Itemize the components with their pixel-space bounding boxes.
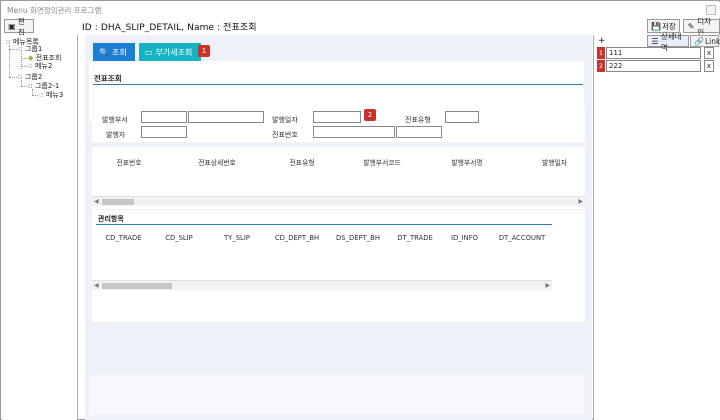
badge-1: 1 xyxy=(198,45,210,57)
remove-row-button[interactable]: x xyxy=(704,60,714,72)
save-icon: 💾 xyxy=(651,22,661,31)
issue-dept-code-input[interactable] xyxy=(141,111,187,123)
grid-header[interactable]: DS_DEPT_BH xyxy=(328,234,388,242)
scroll-thumb[interactable] xyxy=(102,283,172,289)
issue-date-label: 발행일자 xyxy=(272,116,298,124)
detail-value-input[interactable]: 222 xyxy=(606,60,701,72)
search-button-label: 조회 xyxy=(111,47,127,57)
link-tab-label: Link xyxy=(705,37,720,46)
window-title: Menu 화면정의관리 프로그램 xyxy=(7,6,102,15)
issue-date-input[interactable] xyxy=(313,111,361,123)
tree-item-label: 그룹1 xyxy=(24,45,43,53)
slip-type-input[interactable] xyxy=(445,111,479,123)
issue-dept-name-input[interactable] xyxy=(188,111,264,123)
grid-header[interactable]: CD_SLIP xyxy=(154,234,204,242)
grid-header[interactable]: 발행부서명 xyxy=(437,157,497,167)
list-icon: ☰ xyxy=(651,37,659,46)
manage-items-panel: 관리항목 CD_TRADE CD_SLIP TY_SLIP CD_DEPT_BH… xyxy=(92,210,585,322)
grid1-horizontal-scrollbar[interactable]: ◀ ▶ xyxy=(92,196,585,206)
scroll-right-icon[interactable]: ▶ xyxy=(578,198,583,205)
slip-no-to-input[interactable] xyxy=(396,126,442,138)
grid-header[interactable]: CD_TRADE xyxy=(96,234,151,242)
top-toolbar: ▣ 편집 ID : DHA_SLIP_DETAIL, Name : 전표조회 💾… xyxy=(2,17,720,37)
section-title: 전표조회 xyxy=(94,74,122,83)
detail-tab[interactable]: ☰ 상세내역 xyxy=(647,32,689,52)
vat-search-button-label: 부가세조회 xyxy=(155,47,193,57)
grid-header[interactable]: 전표유형 xyxy=(272,157,332,167)
row-number-badge: 1 xyxy=(597,47,605,59)
scroll-left-icon[interactable]: ◀ xyxy=(94,282,99,289)
bottom-panel xyxy=(89,375,584,415)
vat-search-button[interactable]: ▭ 부가세조회 xyxy=(139,43,201,61)
page-icon: ▫ xyxy=(28,62,33,70)
slip-type-label: 전표유형 xyxy=(405,116,431,124)
link-tab[interactable]: 🔗 Link xyxy=(690,35,720,47)
tree-item-label: 그룹2-1 xyxy=(34,82,60,90)
tree-item-label: 그룹2 xyxy=(24,73,43,81)
grid-header[interactable]: TY_SLIP xyxy=(212,234,262,242)
main-content: 🔍 조회 ▭ 부가세조회 1 전표조회 발행부서 발행일자 2 전표유형 발행자… xyxy=(85,35,592,420)
manage-underline xyxy=(96,224,552,225)
grid2-horizontal-scrollbar[interactable]: ◀ ▶ xyxy=(92,280,552,290)
grid-header[interactable]: 발행부서코드 xyxy=(347,157,417,167)
search-icon: 🔍 xyxy=(99,47,109,57)
row-number-badge: 2 xyxy=(597,60,605,72)
menu-tree-panel: ▫ 메뉴목록 ▫ 그룹1 ◆ 전표조회 ▫ 메뉴2 ▫ 그룹2 ▫ 그룹2-1 xyxy=(2,35,78,420)
tree-item-menu3[interactable]: ▫ 메뉴3 xyxy=(39,90,63,100)
page-id-title: ID : DHA_SLIP_DETAIL, Name : 전표조회 xyxy=(82,23,257,33)
page-icon: ▫ xyxy=(39,91,44,99)
grid-header[interactable]: CD_DEPT_BH xyxy=(267,234,327,242)
grid-header[interactable]: 전표번호 xyxy=(104,157,154,167)
grid-header[interactable]: ID_INFO xyxy=(442,234,487,242)
issuer-input[interactable] xyxy=(141,126,187,138)
tree-item-label: 메뉴3 xyxy=(45,91,64,99)
window-titlebar: Menu 화면정의관리 프로그램 xyxy=(2,2,720,18)
grid-header[interactable]: 전표상세번호 xyxy=(182,157,252,167)
app-window: Menu 화면정의관리 프로그램 ▣ 편집 ID : DHA_SLIP_DETA… xyxy=(0,0,720,420)
search-form: 발행부서 발행일자 2 전표유형 발행자 전표번호 xyxy=(92,107,585,142)
remove-row-button[interactable]: x xyxy=(704,47,714,59)
design-icon: ✎ xyxy=(687,22,695,31)
edit-button[interactable]: ▣ 편집 xyxy=(4,17,34,37)
slip-no-label: 전표번호 xyxy=(272,131,298,139)
scroll-right-icon[interactable]: ▶ xyxy=(545,282,550,289)
scroll-left-icon[interactable]: ◀ xyxy=(94,198,99,205)
design-button[interactable]: ✎ 디자인 xyxy=(683,17,720,37)
issuer-label: 발행자 xyxy=(106,131,126,139)
detail-value-input[interactable]: 111 xyxy=(606,47,701,59)
window-control-icon[interactable] xyxy=(706,5,716,15)
grid-header[interactable]: 발행일자 xyxy=(527,157,582,167)
section-underline xyxy=(93,84,583,85)
detail-row: 2 222 x xyxy=(597,60,715,72)
link-icon: 🔗 xyxy=(694,37,704,46)
search-button[interactable]: 🔍 조회 xyxy=(93,43,135,61)
grid-header[interactable]: DT_ACCOUNT xyxy=(492,234,552,242)
manage-title: 관리항목 xyxy=(98,215,124,223)
tree-item-menu2[interactable]: ▫ 메뉴2 xyxy=(28,61,52,71)
scroll-thumb[interactable] xyxy=(102,199,134,205)
issue-dept-label: 발행부서 xyxy=(102,116,128,124)
slip-no-from-input[interactable] xyxy=(313,126,395,138)
detail-row: 1 111 x xyxy=(597,47,715,59)
card-icon: ▭ xyxy=(145,47,153,57)
add-button[interactable]: + xyxy=(598,36,606,46)
right-detail-panel: + ☰ 상세내역 🔗 Link 1 111 x 2 222 x xyxy=(593,32,720,420)
grid-header[interactable]: DT_TRADE xyxy=(385,234,445,242)
badge-2: 2 xyxy=(364,109,376,121)
edit-icon: ▣ xyxy=(8,22,16,31)
tree-item-label: 메뉴2 xyxy=(34,62,53,70)
slip-grid: 전표번호 전표상세번호 전표유형 발행부서코드 발행부서명 발행일자 ◀ ▶ xyxy=(92,147,585,209)
